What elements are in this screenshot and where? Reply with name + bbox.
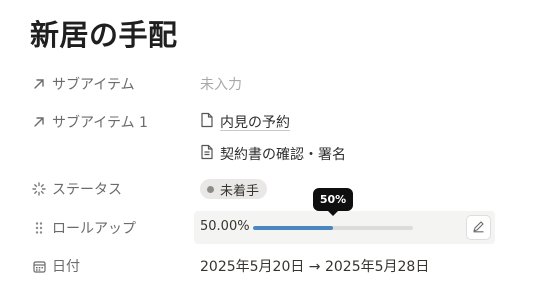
edit-pencil-icon	[472, 218, 485, 237]
status-badge[interactable]: 未着手	[200, 179, 268, 199]
date-range-text: 2025年5月20日 → 2025年5月28日	[200, 259, 430, 275]
empty-placeholder: 未入力	[200, 77, 242, 93]
property-status-value[interactable]: 未着手	[200, 178, 268, 200]
status-text: 未着手	[220, 183, 260, 199]
rollup-progress-bar	[253, 226, 413, 230]
relation-link-viewing[interactable]: 内見の予約	[200, 111, 290, 133]
status-dot-icon	[207, 185, 214, 193]
rollup-percent-text: 50.00%	[200, 219, 250, 234]
property-status-label[interactable]: ステータス	[32, 178, 122, 200]
page-icon	[200, 112, 214, 132]
page-title[interactable]: 新居の手配	[30, 12, 178, 54]
property-date-label[interactable]: 日付	[32, 255, 80, 277]
relation-link-text[interactable]: 内見の予約	[220, 112, 290, 132]
arrow-up-right-icon	[32, 115, 46, 129]
arrow-up-right-icon	[32, 77, 46, 91]
property-subitem-value[interactable]: 未入力	[200, 73, 242, 95]
property-subitem1-label[interactable]: サブアイテム 1	[32, 111, 148, 133]
property-date-value[interactable]: 2025年5月20日 → 2025年5月28日	[200, 255, 429, 277]
property-name: ステータス	[52, 182, 122, 198]
edit-button[interactable]	[466, 215, 491, 240]
property-name: サブアイテム	[52, 77, 135, 93]
property-subitem-label[interactable]: サブアイテム	[32, 73, 135, 95]
property-name: サブアイテム 1	[52, 115, 148, 131]
relation-link-contract[interactable]: 契約書の確認・署名	[200, 143, 346, 165]
property-rollup-value[interactable]: 50.00%	[194, 211, 495, 244]
property-name: ロールアップ	[52, 221, 136, 237]
property-rollup-label[interactable]: ロールアップ	[32, 217, 136, 239]
rollup-progress-fill	[253, 226, 333, 230]
calendar-icon	[32, 259, 46, 273]
status-loader-icon	[32, 182, 46, 196]
relation-link-text[interactable]: 契約書の確認・署名	[220, 144, 346, 164]
drag-handle-icon[interactable]	[32, 221, 46, 235]
page: 新居の手配 サブアイテム 未入力 サブアイテム 1 内見の予約 契約書の確認・署…	[0, 0, 559, 289]
progress-tooltip: 50%	[313, 188, 353, 216]
document-icon	[200, 144, 214, 164]
property-name: 日付	[52, 259, 80, 275]
